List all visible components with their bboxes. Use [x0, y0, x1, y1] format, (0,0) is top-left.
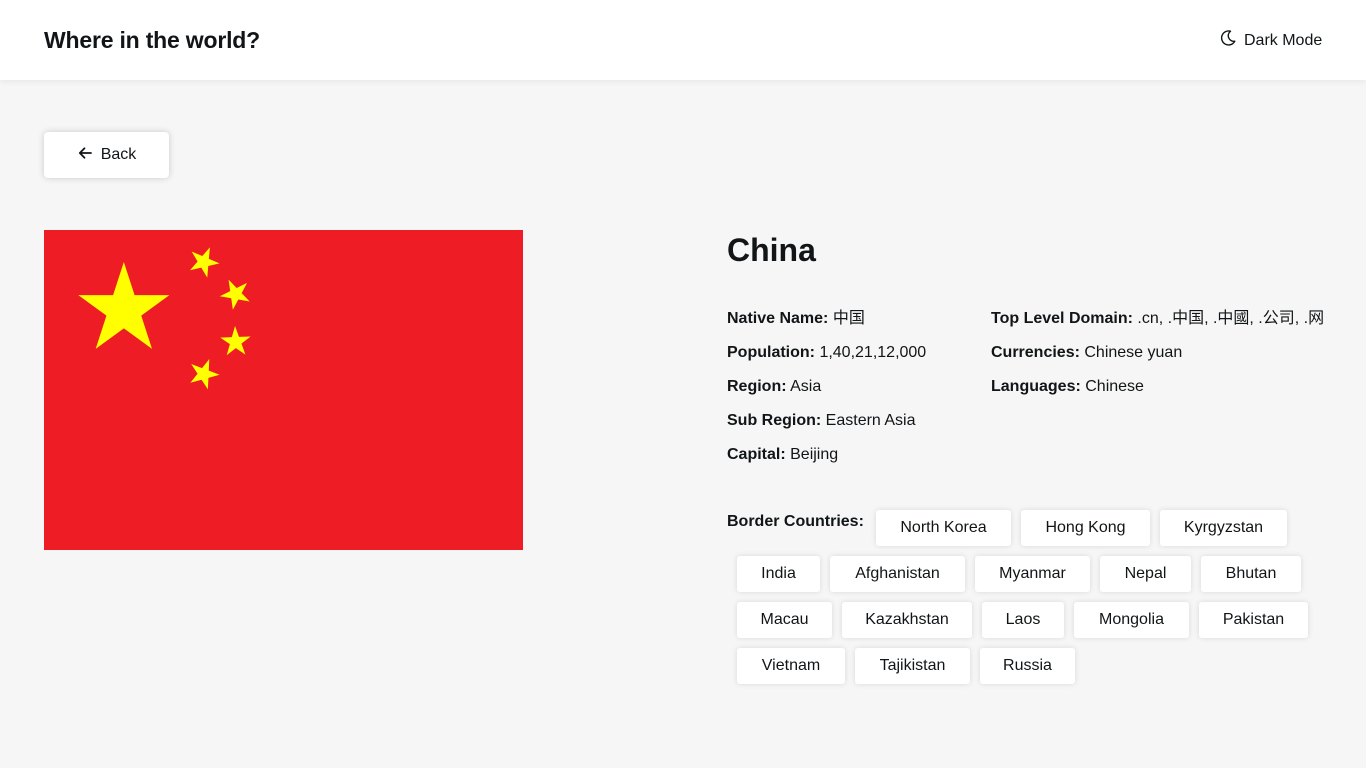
- border-country-button[interactable]: Macau: [737, 602, 832, 638]
- border-country-button[interactable]: Nepal: [1100, 556, 1191, 592]
- border-country-button[interactable]: Laos: [982, 602, 1064, 638]
- border-country-button[interactable]: Myanmar: [975, 556, 1090, 592]
- arrow-left-icon: [77, 145, 93, 166]
- detail-population: Population: 1,40,21,12,000: [727, 344, 927, 361]
- detail-capital: Capital: Beijing: [727, 446, 839, 463]
- back-button[interactable]: Back: [44, 132, 169, 178]
- back-button-label: Back: [100, 146, 137, 163]
- border-country-button[interactable]: North Korea: [876, 510, 1011, 546]
- border-country-button[interactable]: Mongolia: [1074, 602, 1189, 638]
- border-country-button[interactable]: Pakistan: [1199, 602, 1308, 638]
- detail-native-name: Native Name: 中国: [727, 310, 865, 327]
- country-details-primary: Native Name: 中国 Population: 1,40,21,12,0…: [727, 309, 926, 479]
- dark-mode-toggle[interactable]: Dark Mode: [1220, 30, 1322, 51]
- detail-top-level-domain: Top Level Domain: .cn, .中国, .中國, .公司, .网…: [991, 310, 1323, 327]
- border-country-button[interactable]: Russia: [980, 648, 1075, 684]
- border-countries-label: Border Countries:: [727, 513, 864, 530]
- country-flag: [44, 230, 523, 550]
- border-country-button[interactable]: Afghanistan: [830, 556, 965, 592]
- top-bar: Where in the world? Dark Mode: [0, 0, 1366, 80]
- border-country-button[interactable]: Vietnam: [737, 648, 845, 684]
- detail-region: Region: Asia: [727, 378, 822, 395]
- detail-currencies: Currencies: Chinese yuan: [991, 344, 1183, 361]
- country-details-secondary: Top Level Domain: .cn, .中国, .中國, .公司, .网…: [991, 309, 1323, 411]
- moon-icon: [1220, 30, 1236, 51]
- dark-mode-label: Dark Mode: [1244, 31, 1323, 49]
- border-country-button[interactable]: Kyrgyzstan: [1160, 510, 1287, 546]
- border-country-button[interactable]: India: [737, 556, 820, 592]
- border-country-button[interactable]: Kazakhstan: [842, 602, 972, 638]
- border-country-button[interactable]: Hong Kong: [1021, 510, 1150, 546]
- app-title: Where in the world?: [44, 27, 260, 53]
- border-country-button[interactable]: Bhutan: [1201, 556, 1301, 592]
- detail-sub-region: Sub Region: Eastern Asia: [727, 412, 916, 429]
- country-name: China: [727, 232, 816, 268]
- border-country-button[interactable]: Tajikistan: [855, 648, 970, 684]
- detail-languages: Languages: Chinese: [991, 378, 1144, 395]
